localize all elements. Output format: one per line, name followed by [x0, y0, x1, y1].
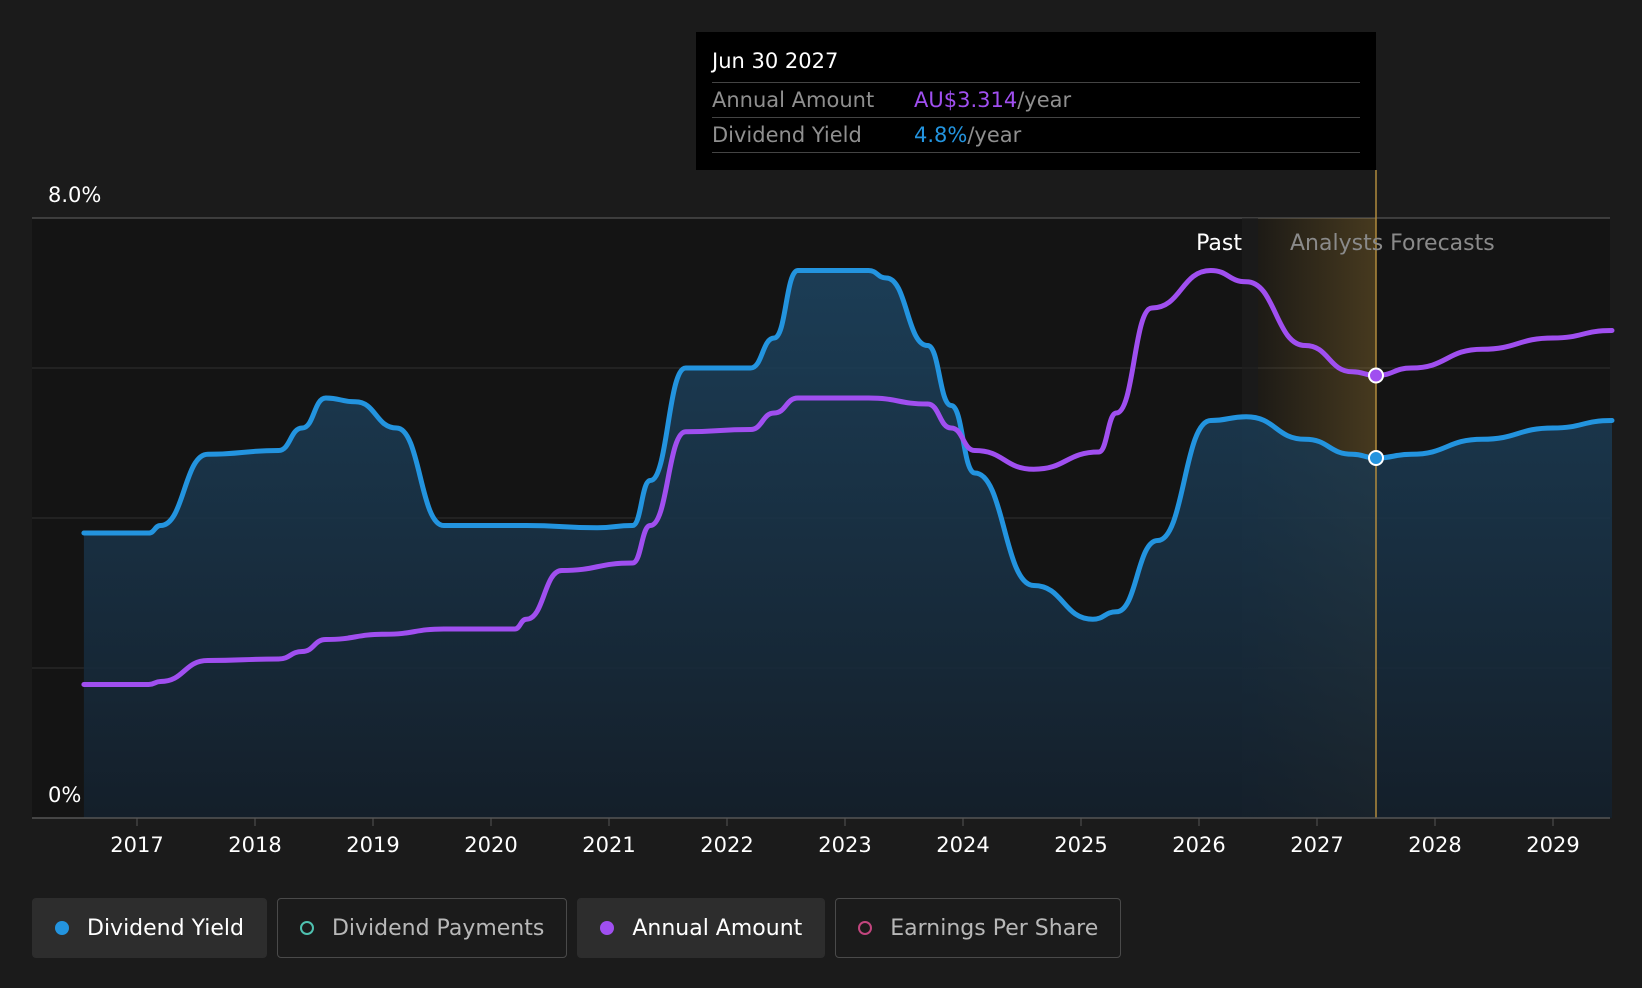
legend-label: Annual Amount [632, 915, 803, 941]
x-tick-label: 2025 [1054, 833, 1107, 857]
legend-dot-icon [55, 921, 69, 935]
x-tick-label: 2022 [700, 833, 753, 857]
x-tick-label: 2029 [1526, 833, 1579, 857]
tooltip-value: AU$3.314 [914, 88, 1018, 112]
x-axis-ticks: 2017 2018 2019 2020 2021 2022 2023 2024 2025 2026… [110, 818, 1580, 857]
tooltip-label: Annual Amount [712, 88, 875, 112]
legend-label: Dividend Yield [87, 915, 244, 941]
tooltip-unit: /year [967, 123, 1022, 147]
tooltip-row-dividend-yield: Dividend Yield 4.8% /year [712, 118, 1360, 153]
chart-legend: Dividend Yield Dividend Payments Annual … [32, 898, 1122, 958]
legend-annual-amount[interactable]: Annual Amount [577, 898, 826, 958]
legend-label: Earnings Per Share [890, 915, 1099, 941]
tooltip-value: 4.8% [914, 123, 968, 147]
x-tick-label: 2019 [346, 833, 399, 857]
past-label: Past [1196, 231, 1242, 256]
legend-label: Dividend Payments [331, 915, 545, 941]
tooltip-label: Dividend Yield [712, 123, 862, 147]
x-tick-label: 2020 [464, 833, 517, 857]
analysts-forecasts-label: Analysts Forecasts [1290, 231, 1495, 256]
x-tick-label: 2028 [1408, 833, 1461, 857]
y-tick-label-bottom: 0% [48, 783, 81, 807]
tooltip-date: Jun 30 2027 [712, 46, 1360, 83]
dividend-yield-marker[interactable] [1368, 450, 1384, 466]
x-tick-label: 2017 [110, 833, 163, 857]
x-tick-label: 2023 [818, 833, 871, 857]
tooltip-unit: /year [1017, 88, 1072, 112]
legend-dot-icon [600, 921, 615, 935]
hover-tooltip: Jun 30 2027 Annual Amount AU$3.314 /year… [696, 32, 1376, 170]
x-tick-label: 2018 [228, 833, 281, 857]
annual-amount-marker[interactable] [1368, 367, 1384, 384]
legend-dividend-payments[interactable]: Dividend Payments [276, 898, 568, 958]
legend-dot-icon [858, 921, 873, 935]
legend-dividend-yield[interactable]: Dividend Yield [32, 898, 267, 958]
x-tick-label: 2027 [1290, 833, 1343, 857]
legend-dot-icon [299, 921, 314, 935]
legend-earnings-per-share[interactable]: Earnings Per Share [835, 898, 1122, 958]
tooltip-row-annual-amount: Annual Amount AU$3.314 /year [712, 83, 1360, 118]
x-tick-label: 2024 [936, 833, 989, 857]
x-tick-label: 2021 [582, 833, 635, 857]
x-tick-label: 2026 [1172, 833, 1225, 857]
y-tick-label-top: 8.0% [48, 183, 101, 207]
